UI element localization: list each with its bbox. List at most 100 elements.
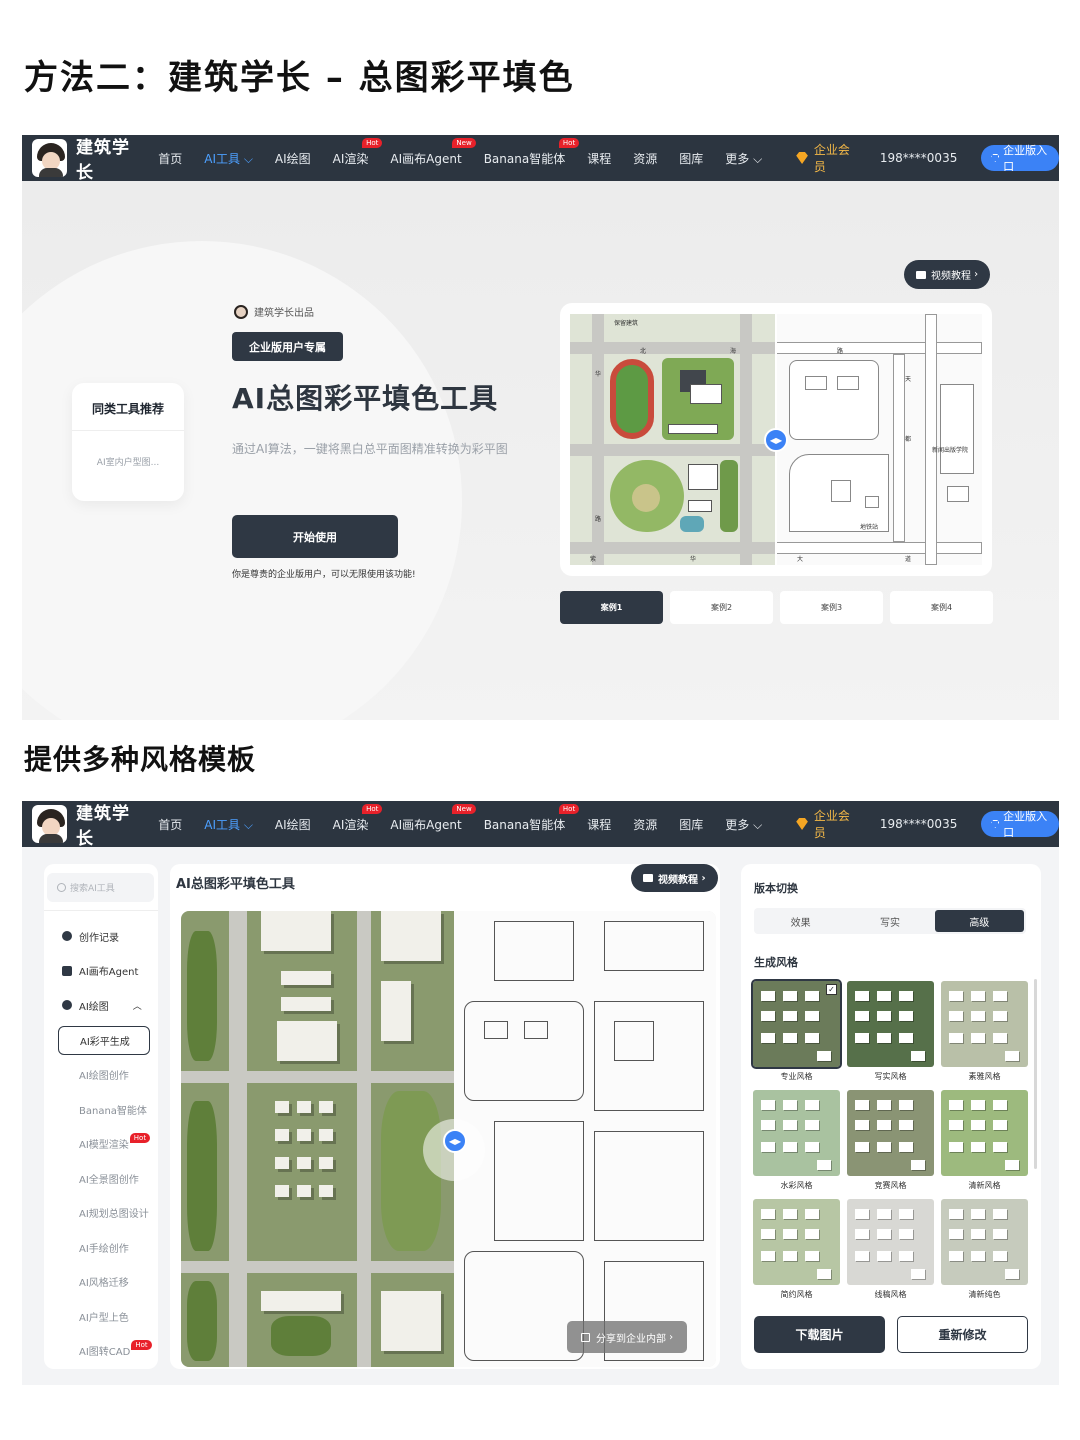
user-phone[interactable]: 198****0035: [880, 817, 957, 831]
style-template[interactable]: 清新纯色: [941, 1199, 1028, 1300]
style-template[interactable]: 素雅风格: [941, 981, 1028, 1082]
nav-item-home[interactable]: 首页: [158, 816, 182, 833]
nav-item-more[interactable]: 更多 ⌵: [725, 816, 762, 833]
city-plan-comparison[interactable]: ◀▶ 分享到企业内部 ›: [181, 911, 716, 1367]
user-phone[interactable]: 198****0035: [880, 151, 957, 165]
hot-badge: Hot: [558, 137, 580, 148]
panel-scrollbar[interactable]: [1034, 979, 1037, 1169]
style-template[interactable]: 写实风格: [847, 981, 934, 1082]
enterprise-entry-button[interactable]: 企业版入口: [981, 144, 1059, 173]
plan-label: 大: [797, 556, 804, 563]
enterprise-tag: 企业版用户专属: [232, 332, 343, 361]
style-template[interactable]: 水彩风格: [753, 1090, 840, 1191]
nav-item-more[interactable]: 更多 ⌵: [725, 150, 762, 167]
diamond-icon: [991, 154, 1000, 162]
start-button[interactable]: 开始使用: [232, 515, 398, 558]
case-tab-4[interactable]: 案例4: [890, 591, 993, 624]
enterprise-entry-button[interactable]: 企业版入口: [981, 810, 1059, 839]
rendered-city-plan: [181, 911, 454, 1367]
sidebar-item-drawing[interactable]: AI绘图 ︿: [44, 988, 158, 1023]
sidebar-sub-drawing[interactable]: AI绘图创作: [44, 1058, 158, 1093]
nav-item-resources[interactable]: 资源: [633, 816, 657, 833]
style-thumbnail: [753, 1090, 840, 1176]
sidebar-item-agent[interactable]: AI画布Agent: [44, 954, 158, 989]
plan-preview-card: 保留建筑 北 海 华 路 紫 华 路 天 都 新闻出版学院 地铁站 大 道 ◀▶: [560, 303, 992, 576]
sidebar-sub-style-transfer[interactable]: AI风格迁移: [44, 1265, 158, 1300]
site-plan-comparison[interactable]: 保留建筑 北 海 华 路 紫 华 路 天 都 新闻出版学院 地铁站 大 道 ◀▶: [570, 314, 982, 565]
case-tab-3[interactable]: 案例3: [780, 591, 883, 624]
style-label: 水彩风格: [780, 1181, 813, 1190]
sidebar-sub-handdraw[interactable]: AI手绘创作: [44, 1230, 158, 1265]
nav-item-ai-render[interactable]: AI渲染 Hot: [333, 803, 383, 833]
avatar-icon: [234, 304, 248, 319]
style-thumbnail: [847, 981, 934, 1067]
nav-item-ai-drawing[interactable]: AI绘图: [275, 150, 311, 167]
plan-label: 天: [905, 376, 912, 383]
by-line: 建筑学长出品: [234, 304, 314, 319]
share-to-enterprise-button[interactable]: 分享到企业内部 ›: [567, 1321, 688, 1353]
nav-item-courses[interactable]: 课程: [587, 816, 611, 833]
plan-label: 路: [595, 516, 602, 523]
case-tab-1[interactable]: 案例1: [560, 591, 663, 624]
version-title: 版本切换: [754, 882, 798, 895]
style-label: 线稿风格: [874, 1290, 907, 1299]
vip-link[interactable]: 企业会员: [796, 807, 854, 841]
nav-item-ai-tools[interactable]: AI工具 ⌵: [204, 816, 253, 833]
hero-section: 同类工具推荐 AI室内户型图... 建筑学长出品 企业版用户专属 AI总图彩平填…: [22, 181, 1059, 720]
style-template[interactable]: 简约风格: [753, 1199, 840, 1300]
style-label: 简约风格: [780, 1290, 813, 1299]
new-badge: New: [452, 137, 476, 148]
sidebar-sub-model-render[interactable]: AI模型渲染 Hot: [44, 1127, 158, 1162]
nav-item-ai-drawing[interactable]: AI绘图: [275, 816, 311, 833]
sidebar-sub-banana[interactable]: Banana智能体: [44, 1092, 158, 1127]
nav-menu: 首页 AI工具 ⌵ AI绘图 AI渲染 Hot AI画布Agent New Bana…: [158, 137, 784, 167]
vip-link[interactable]: 企业会员: [796, 141, 854, 175]
nav-item-gallery[interactable]: 图库: [679, 816, 703, 833]
case-tab-2[interactable]: 案例2: [670, 591, 773, 624]
nav-item-ai-render[interactable]: AI渲染 Hot: [333, 137, 383, 167]
share-icon: [581, 1332, 590, 1342]
version-option-realistic[interactable]: 写实: [845, 910, 934, 932]
sidebar-sub-to-cad[interactable]: AI图转CAD Hot: [44, 1334, 158, 1369]
chevron-down-icon: ⌵: [243, 151, 253, 166]
main-canvas-card: AI总图彩平填色工具 视频教程 › ◀▶ 分享到企业内部 ›: [170, 864, 720, 1369]
nav-item-resources[interactable]: 资源: [633, 150, 657, 167]
brand-logo[interactable]: 建筑学长: [32, 133, 142, 183]
version-option-effect[interactable]: 效果: [756, 910, 845, 932]
nav-item-home[interactable]: 首页: [158, 150, 182, 167]
sidebar-sub-color-plan[interactable]: AI彩平生成: [58, 1025, 150, 1055]
style-template[interactable]: ✓ 专业风格: [751, 979, 842, 1082]
style-template[interactable]: 清新风格: [941, 1090, 1028, 1191]
version-option-advanced[interactable]: 高级: [934, 910, 1024, 932]
sidebar-item-history[interactable]: 创作记录: [44, 919, 158, 954]
video-tutorial-button[interactable]: 视频教程 ›: [631, 864, 718, 892]
nav-item-gallery[interactable]: 图库: [679, 150, 703, 167]
recommend-item[interactable]: AI室内户型图...: [72, 455, 184, 468]
sidebar-sub-planning[interactable]: AI规划总图设计: [44, 1196, 158, 1231]
sidebar-sub-panorama[interactable]: AI全景图创作: [44, 1161, 158, 1196]
download-button[interactable]: 下载图片: [754, 1316, 885, 1353]
compare-slider-handle[interactable]: ◀▶: [764, 428, 788, 452]
regenerate-button[interactable]: 重新修改: [897, 1316, 1028, 1353]
chevron-down-icon: ⌵: [753, 817, 763, 832]
nav-item-banana[interactable]: Banana智能体 Hot: [484, 803, 580, 833]
nav-item-ai-tools[interactable]: AI工具 ⌵: [204, 150, 253, 167]
video-tutorial-button[interactable]: 视频教程 ›: [904, 260, 991, 289]
compare-slider-handle[interactable]: ◀▶: [443, 1129, 467, 1153]
hot-badge: Hot: [129, 1132, 151, 1143]
chevron-up-icon: ︿: [132, 1001, 142, 1012]
settings-panel: 版本切换 效果 写实 高级 生成风格 ✓ 专业风格 写实风格 素雅风格 水彩风格 竞赛风格…: [741, 864, 1041, 1369]
brand-logo[interactable]: 建筑学长: [32, 799, 142, 849]
plan-label: 都: [905, 436, 912, 443]
nav-item-canvas-agent[interactable]: AI画布Agent New: [390, 803, 476, 833]
search-input[interactable]: 搜索AI工具: [47, 873, 154, 902]
nav-item-banana[interactable]: Banana智能体 Hot: [484, 137, 580, 167]
style-template[interactable]: 竞赛风格: [847, 1090, 934, 1191]
nav-item-canvas-agent[interactable]: AI画布Agent New: [390, 137, 476, 167]
nav-item-courses[interactable]: 课程: [587, 150, 611, 167]
style-template[interactable]: 线稿风格: [847, 1199, 934, 1300]
sidebar-sub-floorplan-color[interactable]: AI户型上色: [44, 1299, 158, 1334]
method-heading: 方法二：建筑学长 – 总图彩平填色: [24, 58, 575, 98]
tool-title: AI总图彩平填色工具: [176, 877, 295, 892]
style-thumbnail: [941, 1199, 1028, 1285]
